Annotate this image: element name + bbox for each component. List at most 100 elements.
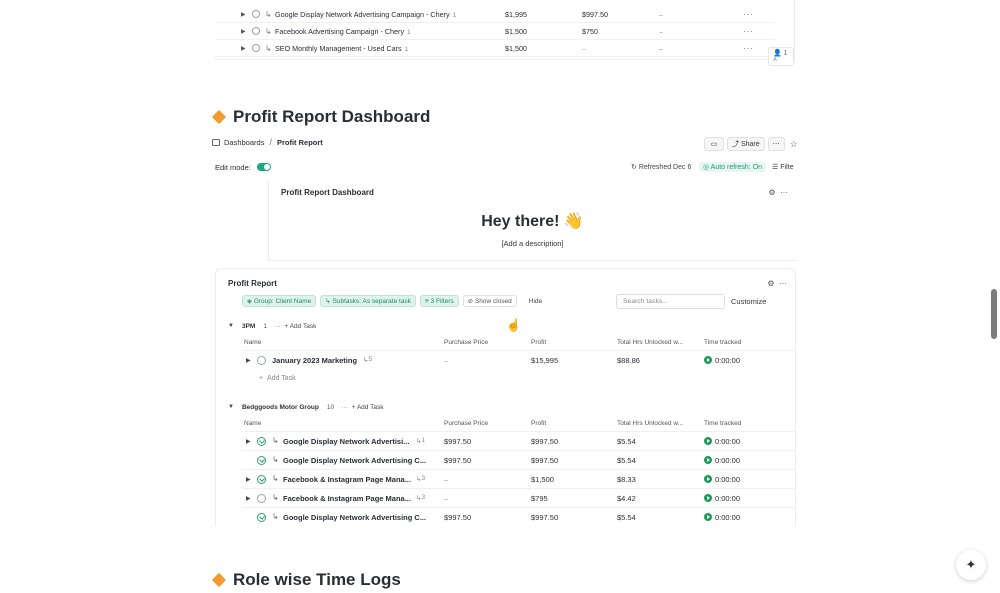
task-name[interactable]: January 2023 Marketing bbox=[272, 356, 357, 365]
task-name[interactable]: SEO Monthly Management - Used Cars 1 bbox=[275, 44, 408, 53]
star-icon[interactable]: ☆ bbox=[790, 139, 798, 150]
column-hours[interactable]: Total Hrs Unlocked w... bbox=[617, 339, 683, 346]
status-done-icon[interactable] bbox=[257, 513, 266, 522]
column-time[interactable]: Time tracked bbox=[704, 420, 741, 427]
status-done-icon[interactable] bbox=[257, 437, 266, 446]
task-name[interactable]: Facebook & Instagram Page Mana... bbox=[283, 475, 411, 484]
table-row[interactable]: ↳ Google Display Network Advertising C..… bbox=[242, 450, 795, 469]
collapse-caret-icon[interactable]: ▼ bbox=[228, 404, 234, 410]
cell-value: – bbox=[582, 43, 586, 53]
task-name[interactable]: Google Display Network Advertisi... bbox=[283, 437, 409, 446]
table-row[interactable]: ▶ ↳ SEO Monthly Management - Used Cars 1 … bbox=[215, 40, 775, 57]
column-headers: Name Purchase Price Profit Total Hrs Unl… bbox=[242, 418, 795, 430]
gear-icon[interactable]: ⚙ bbox=[768, 188, 775, 197]
cell-purchase: – bbox=[444, 494, 449, 503]
more-icon[interactable]: ··· bbox=[779, 279, 787, 288]
expand-caret-icon[interactable]: ▶ bbox=[246, 495, 251, 502]
cell-profit: $1,500 bbox=[531, 475, 554, 484]
task-name[interactable]: Google Display Network Advertising Campa… bbox=[275, 10, 456, 19]
row-more-icon[interactable]: ··· bbox=[743, 27, 754, 36]
task-name[interactable]: Google Display Network Advertising C... bbox=[283, 513, 426, 522]
play-icon[interactable] bbox=[704, 475, 712, 483]
column-purchase[interactable]: Purchase Price bbox=[444, 339, 488, 346]
refreshed-status[interactable]: ↻ Refreshed Dec 6 bbox=[631, 163, 691, 171]
status-circle-icon[interactable] bbox=[252, 10, 260, 18]
table-row[interactable]: ▶ ↳ Facebook & Instagram Page Mana... ↳ 3… bbox=[242, 488, 795, 507]
task-name[interactable]: Facebook Advertising Campaign - Chery 1 bbox=[275, 27, 411, 36]
more-options-button[interactable]: ⋯ bbox=[767, 137, 785, 151]
column-profit[interactable]: Profit bbox=[531, 339, 546, 346]
table-row[interactable]: ▶ ↳ Facebook & Instagram Page Mana... ↳ 3… bbox=[242, 469, 795, 488]
comment-icon[interactable]: ▭ bbox=[704, 137, 724, 151]
expand-caret-icon[interactable]: ▶ bbox=[241, 11, 246, 18]
share-button[interactable]: ⤴ Share bbox=[727, 137, 765, 151]
breadcrumb-current[interactable]: Profit Report bbox=[277, 138, 323, 147]
task-name[interactable]: Facebook & Instagram Page Mana... bbox=[283, 494, 411, 503]
cell-value: – bbox=[659, 26, 663, 36]
expand-caret-icon[interactable]: ▶ bbox=[246, 357, 251, 364]
column-hours[interactable]: Total Hrs Unlocked w... bbox=[617, 420, 683, 427]
column-purchase[interactable]: Purchase Price bbox=[444, 420, 488, 427]
group-chip[interactable]: ◈ Group: Client Name bbox=[242, 295, 317, 307]
table-row[interactable]: ▶ ↳ Google Display Network Advertising C… bbox=[215, 6, 775, 23]
collapse-caret-icon[interactable]: ▼ bbox=[228, 323, 234, 329]
table-row[interactable]: ▶ ↳ Google Display Network Advertisi... … bbox=[242, 431, 795, 450]
expand-caret-icon[interactable]: ▶ bbox=[246, 476, 251, 483]
status-circle-icon[interactable] bbox=[252, 27, 260, 35]
edit-mode-bar: Edit mode: ↻ Refreshed Dec 6 ◎ Auto refr… bbox=[215, 160, 796, 174]
table-row[interactable]: ↳ Google Display Network Advertising C..… bbox=[242, 507, 795, 526]
card-controls: ⚙ ··· bbox=[768, 188, 788, 197]
edit-mode-toggle[interactable] bbox=[256, 163, 271, 171]
play-icon[interactable] bbox=[704, 494, 712, 502]
filters-chip[interactable]: ≡ 3 Filters bbox=[419, 295, 459, 307]
play-icon[interactable] bbox=[704, 356, 712, 364]
hide-button[interactable]: Hide bbox=[521, 295, 550, 307]
status-circle-icon[interactable] bbox=[257, 494, 266, 503]
add-task-row[interactable]: + Add Task bbox=[259, 375, 296, 382]
group-header: ▼ Bedggoods Motor Group 10 ··· + Add Tas… bbox=[228, 401, 383, 413]
group-more-icon[interactable]: ··· bbox=[274, 323, 281, 330]
more-icon[interactable]: ··· bbox=[780, 188, 788, 197]
cell-value: $997.50 bbox=[582, 9, 608, 19]
row-more-icon[interactable]: ··· bbox=[743, 10, 754, 19]
show-closed-chip[interactable]: ⊘ Show closed bbox=[462, 295, 517, 307]
expand-caret-icon[interactable]: ▶ bbox=[241, 45, 246, 52]
column-time[interactable]: Time tracked bbox=[704, 339, 741, 346]
play-icon[interactable] bbox=[704, 437, 712, 445]
assignee-count-badge[interactable]: 👤 1 ˄ bbox=[768, 47, 794, 66]
task-name[interactable]: Google Display Network Advertising C... bbox=[283, 456, 426, 465]
status-circle-icon[interactable] bbox=[252, 44, 260, 52]
auto-refresh-badge[interactable]: ◎ Auto refresh: On bbox=[699, 162, 767, 172]
subtasks-chip[interactable]: ↳ Subtasks: As separate task bbox=[320, 295, 416, 307]
cell-time: 0:00:00 bbox=[715, 494, 741, 503]
row-more-icon[interactable]: ··· bbox=[743, 44, 754, 53]
cell-time: 0:00:00 bbox=[715, 475, 741, 484]
gear-icon[interactable]: ⚙ bbox=[767, 279, 774, 288]
status-done-icon[interactable] bbox=[257, 456, 266, 465]
status-circle-icon[interactable] bbox=[257, 356, 266, 365]
search-input[interactable]: Search tasks... bbox=[616, 294, 725, 309]
expand-caret-icon[interactable]: ▶ bbox=[241, 28, 246, 35]
page-scrollbar[interactable] bbox=[991, 289, 997, 339]
status-done-icon[interactable] bbox=[257, 475, 266, 484]
description-placeholder[interactable]: [Add a description] bbox=[269, 239, 796, 248]
group-add-task-button[interactable]: + Add Task bbox=[352, 404, 384, 411]
column-name[interactable]: Name bbox=[244, 339, 261, 346]
column-profit[interactable]: Profit bbox=[531, 420, 546, 427]
table-row[interactable]: ▶ January 2023 Marketing ↳ 5 – $15,995 $8… bbox=[242, 350, 795, 369]
play-icon[interactable] bbox=[704, 513, 712, 521]
dashboard-icon bbox=[212, 138, 220, 146]
customize-button[interactable]: Customize bbox=[731, 297, 766, 306]
cell-value: – bbox=[659, 43, 663, 53]
cell-purchase: $997.50 bbox=[444, 513, 472, 522]
filter-button[interactable]: ☰ Filte bbox=[772, 163, 793, 171]
table-row[interactable]: ▶ ↳ Facebook Advertising Campaign - Cher… bbox=[215, 23, 775, 40]
group-more-icon[interactable]: ··· bbox=[341, 404, 348, 411]
cell-hours: $5.54 bbox=[617, 437, 636, 446]
ai-sparkle-icon[interactable]: ✦ bbox=[956, 550, 986, 580]
expand-caret-icon[interactable]: ▶ bbox=[246, 438, 251, 445]
play-icon[interactable] bbox=[704, 456, 712, 464]
group-add-task-button[interactable]: + Add Task bbox=[284, 323, 316, 330]
breadcrumb-dashboards[interactable]: Dashboards bbox=[224, 138, 264, 147]
column-name[interactable]: Name bbox=[244, 420, 261, 427]
